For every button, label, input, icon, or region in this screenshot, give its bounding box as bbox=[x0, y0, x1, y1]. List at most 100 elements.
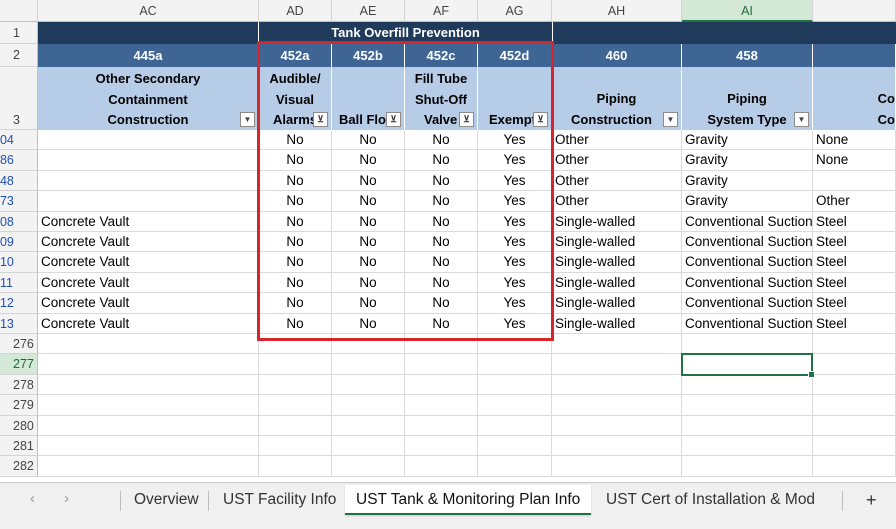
empty-cell[interactable] bbox=[38, 354, 259, 375]
empty-cell[interactable] bbox=[682, 395, 813, 416]
code-460[interactable]: 460 bbox=[552, 44, 682, 67]
cell-next-column[interactable]: Steel bbox=[813, 313, 896, 334]
empty-cell[interactable] bbox=[332, 436, 405, 457]
row-header[interactable]: 276 bbox=[0, 334, 38, 355]
row-header-1[interactable]: 1 bbox=[0, 22, 38, 44]
empty-cell[interactable] bbox=[813, 374, 896, 396]
row-header[interactable]: 909 bbox=[0, 232, 38, 253]
cell-piping-construction[interactable]: Single-walled bbox=[552, 211, 682, 232]
empty-cell[interactable] bbox=[259, 354, 332, 375]
cell-next-column[interactable]: Steel bbox=[813, 232, 896, 253]
row-header[interactable]: 586 bbox=[0, 150, 38, 171]
cell-piping-system-type[interactable]: Conventional Suction bbox=[682, 293, 813, 314]
empty-cell[interactable] bbox=[813, 354, 896, 375]
empty-cell[interactable] bbox=[405, 374, 478, 396]
empty-cell[interactable] bbox=[478, 456, 552, 477]
empty-cell[interactable] bbox=[38, 395, 259, 416]
empty-cell[interactable] bbox=[478, 354, 552, 375]
empty-cell[interactable] bbox=[552, 334, 682, 355]
empty-cell[interactable] bbox=[552, 436, 682, 457]
select-all-corner[interactable] bbox=[0, 0, 38, 22]
row-header[interactable]: 673 bbox=[0, 191, 38, 212]
empty-cell[interactable] bbox=[813, 395, 896, 416]
header-next-column[interactable]: Co Co bbox=[813, 67, 896, 130]
row-header-2[interactable]: 2 bbox=[0, 44, 38, 67]
active-cell-ai277[interactable] bbox=[681, 353, 815, 379]
empty-cell[interactable] bbox=[682, 436, 813, 457]
empty-cell[interactable] bbox=[332, 395, 405, 416]
column-header-ae[interactable]: AE bbox=[332, 0, 405, 22]
cell-piping-construction[interactable]: Other bbox=[552, 130, 682, 151]
empty-cell[interactable] bbox=[38, 456, 259, 477]
header-other-secondary-containment[interactable]: Other Secondary Containment Construction… bbox=[38, 67, 259, 130]
cell-piping-system-type[interactable]: Conventional Suction bbox=[682, 252, 813, 273]
empty-cell[interactable] bbox=[259, 415, 332, 436]
row-header[interactable]: 281 bbox=[0, 436, 38, 457]
empty-cell[interactable] bbox=[552, 415, 682, 436]
empty-cell[interactable] bbox=[405, 395, 478, 416]
empty-cell[interactable] bbox=[813, 456, 896, 477]
row-header[interactable]: 908 bbox=[0, 211, 38, 232]
empty-cell[interactable] bbox=[478, 436, 552, 457]
column-header-aj[interactable] bbox=[813, 0, 896, 22]
cell-piping-construction[interactable]: Other bbox=[552, 170, 682, 192]
cell-piping-construction[interactable]: Single-walled bbox=[552, 293, 682, 314]
code-next[interactable] bbox=[813, 44, 896, 67]
cell-next-column[interactable]: Steel bbox=[813, 211, 896, 232]
empty-cell[interactable] bbox=[259, 436, 332, 457]
row-header[interactable]: 280 bbox=[0, 415, 38, 436]
filter-dropdown-icon[interactable]: ▼ bbox=[663, 112, 678, 127]
add-sheet-button[interactable]: + bbox=[866, 485, 877, 515]
empty-cell[interactable] bbox=[552, 456, 682, 477]
prev-sheet-button[interactable]: ‹ bbox=[30, 490, 35, 507]
cell-piping-construction[interactable]: Other bbox=[552, 191, 682, 212]
empty-cell[interactable] bbox=[38, 334, 259, 355]
cell-piping-system-type[interactable]: Gravity bbox=[682, 130, 813, 151]
column-header-ai[interactable]: AI bbox=[682, 0, 813, 22]
empty-cell[interactable] bbox=[332, 456, 405, 477]
empty-cell[interactable] bbox=[405, 354, 478, 375]
row-header[interactable]: 912 bbox=[0, 293, 38, 314]
cell-other-secondary[interactable]: Concrete Vault bbox=[38, 252, 259, 273]
spreadsheet-grid[interactable]: AC AD AE AF AG AH AI 1 2 3 Tank Overfill… bbox=[0, 0, 896, 482]
cell-piping-system-type[interactable]: Conventional Suction bbox=[682, 232, 813, 253]
empty-cell[interactable] bbox=[478, 395, 552, 416]
row-header[interactable]: 504 bbox=[0, 130, 38, 151]
filter-dropdown-icon[interactable]: ▼ bbox=[240, 112, 255, 127]
column-header-ah[interactable]: AH bbox=[552, 0, 682, 22]
cell-next-column[interactable]: None bbox=[813, 130, 896, 151]
row-header[interactable]: 910 bbox=[0, 252, 38, 273]
row-header[interactable]: 279 bbox=[0, 395, 38, 416]
tab-ust-facility-info[interactable]: UST Facility Info bbox=[223, 485, 336, 515]
empty-cell[interactable] bbox=[478, 374, 552, 396]
cell-piping-system-type[interactable]: Conventional Suction bbox=[682, 211, 813, 232]
empty-cell[interactable] bbox=[405, 436, 478, 457]
cell-piping-system-type[interactable]: Gravity bbox=[682, 191, 813, 212]
tab-ust-cert-of-installation[interactable]: UST Cert of Installation & Mod bbox=[606, 485, 815, 515]
row-header[interactable]: 282 bbox=[0, 456, 38, 477]
empty-cell[interactable] bbox=[813, 415, 896, 436]
cell-next-column[interactable]: None bbox=[813, 150, 896, 171]
cell-other-secondary[interactable]: Concrete Vault bbox=[38, 313, 259, 334]
tab-overview[interactable]: Overview bbox=[134, 485, 199, 515]
empty-cell[interactable] bbox=[405, 415, 478, 436]
cell-piping-construction[interactable]: Other bbox=[552, 150, 682, 171]
cell-other-secondary[interactable]: Concrete Vault bbox=[38, 272, 259, 294]
cell-next-column[interactable]: Steel bbox=[813, 252, 896, 273]
row-header[interactable]: 277 bbox=[0, 354, 38, 375]
cell-piping-construction[interactable]: Single-walled bbox=[552, 272, 682, 294]
empty-cell[interactable] bbox=[332, 415, 405, 436]
cell-next-column[interactable]: Steel bbox=[813, 293, 896, 314]
empty-cell[interactable] bbox=[682, 334, 813, 355]
cell-piping-construction[interactable]: Single-walled bbox=[552, 232, 682, 253]
header-piping-system-type[interactable]: Piping System Type ▼ bbox=[682, 67, 813, 130]
empty-cell[interactable] bbox=[259, 374, 332, 396]
cell-other-secondary[interactable]: Concrete Vault bbox=[38, 211, 259, 232]
empty-cell[interactable] bbox=[552, 374, 682, 396]
cell-next-column[interactable]: Steel bbox=[813, 272, 896, 294]
code-445a[interactable]: 445a bbox=[38, 44, 259, 67]
empty-cell[interactable] bbox=[682, 374, 813, 396]
row-header[interactable]: 913 bbox=[0, 313, 38, 334]
cell-piping-system-type[interactable]: Gravity bbox=[682, 170, 813, 192]
empty-cell[interactable] bbox=[478, 415, 552, 436]
